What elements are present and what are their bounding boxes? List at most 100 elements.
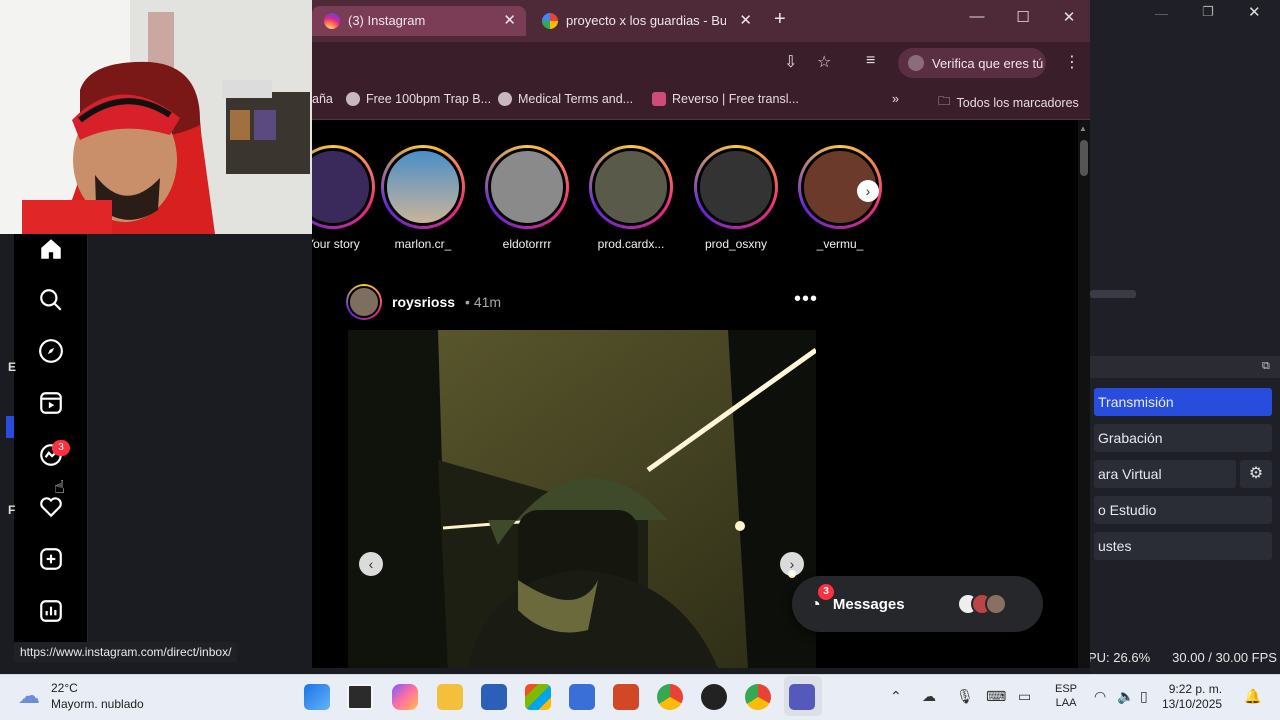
notifications-icon[interactable]: 🔔 <box>1244 688 1261 705</box>
bookmark-item[interactable]: Reverso | Free transl... <box>652 92 799 106</box>
weather-description[interactable]: Mayorm. nublado <box>51 697 144 711</box>
display-icon[interactable]: ▭ <box>1018 688 1031 705</box>
input-language[interactable]: ESP LAA <box>1055 682 1077 710</box>
story-avatar <box>592 148 670 226</box>
close-icon[interactable]: ✕ <box>503 6 516 36</box>
word-icon[interactable] <box>481 684 507 710</box>
minimize-icon[interactable]: — <box>962 8 992 25</box>
bookmark-label: Free 100bpm Trap B... <box>366 92 492 106</box>
task-view-icon[interactable] <box>347 684 373 710</box>
tab-instagram[interactable]: (3) Instagram ✕ <box>312 6 526 36</box>
powerpoint-icon[interactable] <box>613 684 639 710</box>
more-bookmarks-icon[interactable]: » <box>892 92 899 106</box>
next-photo-icon[interactable]: › <box>780 552 804 576</box>
webcam-feed <box>0 0 312 234</box>
instagram-favicon-icon <box>324 13 340 29</box>
keyboard-icon[interactable]: ⌨ <box>986 688 1006 705</box>
volume-icon[interactable]: 🔈 <box>1117 688 1134 705</box>
restore-icon[interactable]: ❐ <box>1202 4 1214 20</box>
stories-next-icon[interactable]: › <box>857 180 879 202</box>
gear-icon[interactable]: ⚙ <box>1240 460 1272 488</box>
dashboard-icon[interactable] <box>36 596 66 626</box>
close-icon[interactable]: ✕ <box>739 6 752 36</box>
browser-window: (3) Instagram ✕ proyecto x los guardias … <box>312 0 1090 668</box>
story-name: marlon.cr_ <box>394 237 452 251</box>
story-item[interactable]: marlon.cr_ <box>380 145 466 251</box>
all-bookmarks-folder[interactable]: 🗀 Todos los marcadores <box>938 92 1079 113</box>
explore-icon[interactable] <box>36 336 66 366</box>
chevron-up-icon[interactable]: ⌃ <box>890 688 902 705</box>
file-explorer-icon[interactable] <box>437 684 463 710</box>
start-icon[interactable] <box>304 684 330 710</box>
story-item[interactable]: Your story <box>312 145 376 251</box>
verify-profile-button[interactable]: Verifica que eres tú <box>898 48 1046 78</box>
story-name: Your story <box>312 237 360 251</box>
bookmark-favicon-icon <box>652 92 666 106</box>
minimize-icon[interactable]: — <box>1155 6 1168 21</box>
chrome-icon[interactable] <box>657 684 683 710</box>
story-ring <box>694 145 778 229</box>
tab-google-search[interactable]: proyecto x los guardias - Buscar ✕ <box>530 6 762 36</box>
install-app-icon[interactable]: ⇩ <box>784 52 797 72</box>
obs-studio-mode-button[interactable]: o Estudio <box>1094 496 1272 524</box>
bookmark-item[interactable]: Free 100bpm Trap B... <box>346 92 491 106</box>
weather-icon[interactable]: ☁ <box>18 683 40 709</box>
post-image[interactable] <box>348 330 816 668</box>
copilot-icon[interactable] <box>392 684 418 710</box>
create-icon[interactable] <box>36 544 66 574</box>
bookmark-item[interactable]: Medical Terms and... <box>498 92 633 106</box>
calendar-icon[interactable] <box>569 684 595 710</box>
notification-badge: 3 <box>52 440 70 456</box>
cloud-offline-icon[interactable]: ☁ <box>922 688 936 705</box>
obs-record-button[interactable]: Grabación <box>1094 424 1272 452</box>
obs-panel-header <box>1090 356 1280 378</box>
media-control-icon[interactable]: ≡ <box>866 52 875 70</box>
weather-temperature[interactable]: 22°C <box>51 681 78 695</box>
story-item[interactable]: eldotorrrr <box>484 145 570 251</box>
obs-scrollbar[interactable] <box>1090 290 1136 298</box>
clock-date: 13/10/2025 <box>1162 697 1223 711</box>
previous-photo-icon[interactable]: ‹ <box>359 552 383 576</box>
messages-button[interactable]: ◔ 3 Messages <box>792 576 1043 632</box>
browser-toolbar: ⇩ ☆ ≡ Verifica que eres tú ⋮ <box>312 42 1090 84</box>
story-avatar <box>488 148 566 226</box>
new-tab-icon[interactable]: + <box>774 8 786 31</box>
language-code: ESP <box>1055 683 1078 695</box>
reels-icon[interactable] <box>36 388 66 418</box>
scrollbar-thumb[interactable] <box>1080 140 1088 176</box>
obs-float-icon[interactable]: ⧉ <box>1262 360 1270 373</box>
search-icon[interactable] <box>36 285 66 315</box>
post-avatar[interactable] <box>346 284 382 320</box>
scroll-up-icon[interactable]: ▲ <box>1079 124 1087 133</box>
chrome-profile-icon[interactable] <box>745 684 771 710</box>
obs-settings-button[interactable]: ustes <box>1094 532 1272 560</box>
bookmark-favicon-icon <box>346 92 360 106</box>
bookmark-star-icon[interactable]: ☆ <box>817 52 831 72</box>
obs-left-letter: F <box>8 503 16 517</box>
fps-readout: 30.00 / 30.00 FPS <box>1172 650 1277 665</box>
maximize-icon[interactable]: ☐ <box>1008 8 1038 26</box>
tab-bar: (3) Instagram ✕ proyecto x los guardias … <box>312 0 1090 42</box>
page-scrollbar[interactable] <box>1078 120 1090 668</box>
home-icon[interactable] <box>36 234 66 264</box>
battery-icon[interactable]: ▯ <box>1140 688 1148 705</box>
more-options-icon[interactable]: ••• <box>794 288 818 311</box>
story-item[interactable]: prod.cardx... <box>588 145 674 251</box>
bookmark-favicon-icon <box>498 92 512 106</box>
obs-icon[interactable] <box>701 684 727 710</box>
window-close-icon[interactable]: ✕ <box>1248 3 1261 21</box>
store-icon[interactable] <box>525 684 551 710</box>
story-item[interactable]: prod_osxny <box>693 145 779 251</box>
window-close-icon[interactable]: ✕ <box>1054 8 1084 26</box>
obs-virtual-camera-button[interactable]: ara Virtual <box>1094 460 1236 488</box>
bookmark-item[interactable]: aña <box>312 92 333 106</box>
obs-stream-button[interactable]: Transmisión <box>1094 388 1272 416</box>
wifi-icon[interactable]: ◠ <box>1094 688 1106 705</box>
story-name: eldotorrrr <box>502 237 552 251</box>
messages-label: Messages <box>832 595 905 613</box>
microphone-icon[interactable]: 🎙 <box>956 688 974 705</box>
post-username[interactable]: roysrioss <box>392 294 455 310</box>
more-menu-icon[interactable]: ⋮ <box>1064 52 1080 72</box>
clock[interactable]: 9:22 p. m. 13/10/2025 <box>1162 682 1222 712</box>
story-ring <box>381 145 465 229</box>
